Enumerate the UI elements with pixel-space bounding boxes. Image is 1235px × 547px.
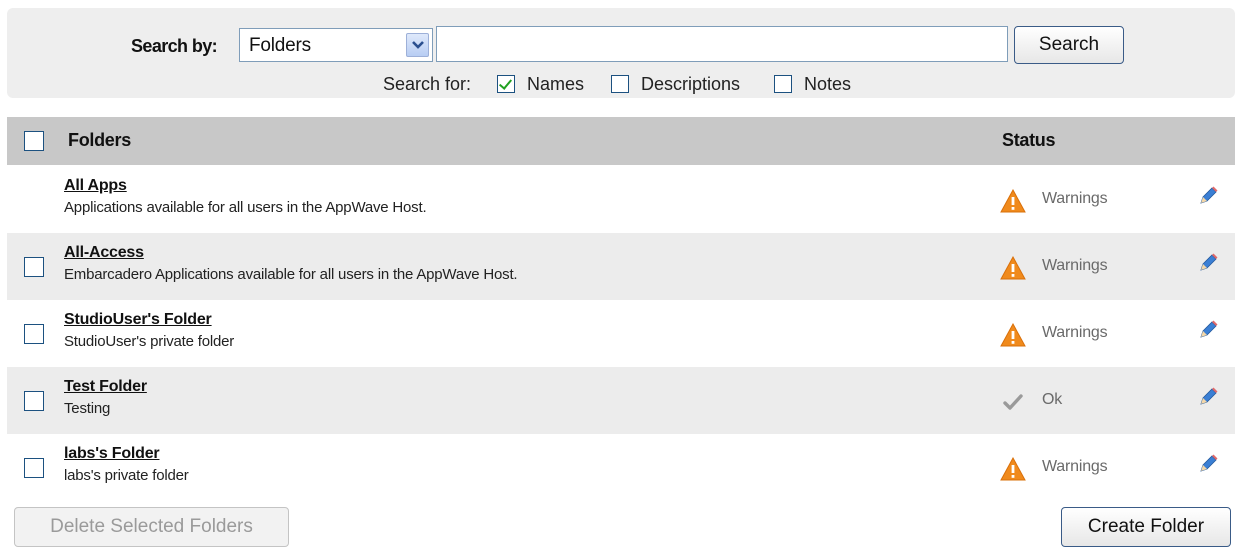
pencil-edit-icon[interactable] [1197,453,1219,475]
table-row: All-Access Embarcadero Applications avai… [7,233,1235,300]
warning-icon [1000,256,1026,280]
warning-icon [1000,457,1026,481]
status-text: Warnings [1042,257,1108,274]
checkmark-icon [1003,394,1023,410]
chevron-down-icon[interactable] [406,33,429,57]
pencil-edit-icon[interactable] [1197,252,1219,274]
row-checkbox[interactable] [24,391,44,411]
folders-column-header: Folders [68,130,131,150]
folder-link[interactable]: All-Access [64,244,144,262]
notes-option-label: Notes [804,74,852,94]
table-row: StudioUser's Folder StudioUser's private… [7,300,1235,367]
status-text: Warnings [1042,458,1108,475]
search-panel: Search by: Folders Search Search for: Na… [7,8,1235,98]
notes-checkbox[interactable] [774,75,792,93]
warning-icon [1000,189,1026,213]
row-checkbox[interactable] [24,458,44,478]
folder-description: Embarcadero Applications available for a… [64,266,518,283]
table-header: Folders Status [7,117,1235,165]
delete-selected-folders-button[interactable]: Delete Selected Folders [14,507,289,547]
folder-description: Applications available for all users in … [64,199,427,216]
row-checkbox[interactable] [24,324,44,344]
folder-description: Testing [64,400,111,417]
pencil-edit-icon[interactable] [1197,185,1219,207]
names-option-label: Names [527,74,585,94]
names-checkbox[interactable] [497,75,515,93]
folder-description: StudioUser's private folder [64,333,235,350]
folder-link[interactable]: Test Folder [64,378,147,396]
folder-link[interactable]: StudioUser's Folder [64,311,212,329]
folder-link[interactable]: labs's Folder [64,445,160,463]
pencil-edit-icon[interactable] [1197,319,1219,341]
descriptions-checkbox[interactable] [611,75,629,93]
table-row: All Apps Applications available for all … [7,166,1235,233]
descriptions-option-label: Descriptions [641,74,741,94]
table-row: Test Folder Testing Ok [7,367,1235,434]
table-row: labs's Folder labs's private folder Warn… [7,434,1235,501]
search-scope-value: Folders [249,35,311,56]
select-all-checkbox[interactable] [24,131,44,151]
status-text: Warnings [1042,190,1108,207]
folder-link[interactable]: All Apps [64,177,127,195]
search-input[interactable] [436,26,1008,62]
row-checkbox[interactable] [24,257,44,277]
search-for-label: Search for: [383,74,472,94]
folder-description: labs's private folder [64,467,189,484]
search-scope-select[interactable]: Folders [239,28,433,62]
warning-icon [1000,323,1026,347]
status-text: Warnings [1042,324,1108,341]
create-folder-button[interactable]: Create Folder [1061,507,1231,547]
status-text: Ok [1042,391,1063,408]
pencil-edit-icon[interactable] [1197,386,1219,408]
search-button[interactable]: Search [1014,26,1124,64]
status-column-header: Status [1002,130,1056,150]
search-by-label: Search by: [131,36,218,56]
